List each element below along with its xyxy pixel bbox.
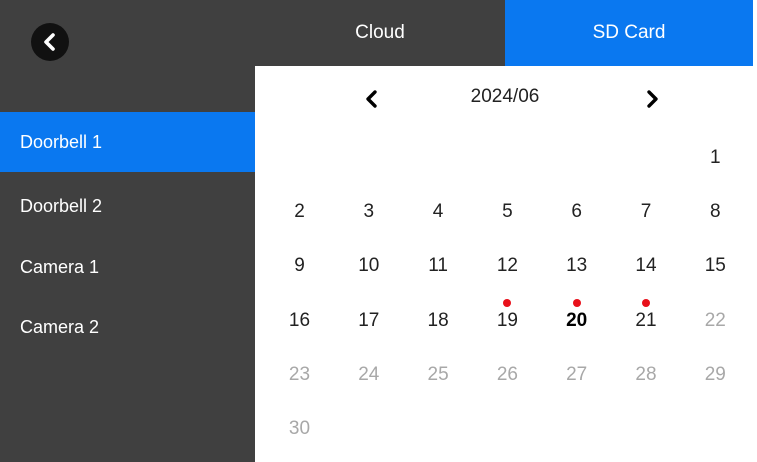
back-button[interactable] xyxy=(31,23,69,61)
calendar-day-10[interactable]: 10 xyxy=(334,239,403,293)
tab-sd-card[interactable]: SD Card xyxy=(505,0,753,66)
app-window: Cloud SD Card Doorbell 1 Doorbell 2 Came… xyxy=(0,0,757,462)
calendar-day-7[interactable]: 7 xyxy=(612,185,681,239)
calendar-day-label: 20 xyxy=(566,309,588,331)
sidebar-item-doorbell-1[interactable]: Doorbell 1 xyxy=(0,112,255,172)
calendar-day-13[interactable]: 13 xyxy=(542,239,611,293)
chevron-left-icon xyxy=(44,33,55,51)
calendar-day-18[interactable]: 18 xyxy=(404,294,473,348)
calendar-day-11[interactable]: 11 xyxy=(404,239,473,293)
prev-month-button[interactable] xyxy=(357,84,387,114)
calendar-day-label: 13 xyxy=(566,255,588,277)
calendar-day-label: 3 xyxy=(363,201,375,223)
calendar-day-label: 4 xyxy=(432,201,444,223)
calendar-day-label: 5 xyxy=(502,201,513,223)
calendar-day-30: 30 xyxy=(265,402,334,456)
window-edge xyxy=(753,0,757,462)
calendar-day-2[interactable]: 2 xyxy=(265,185,334,239)
calendar-day-19[interactable]: 19 xyxy=(473,294,542,348)
calendar-day-16[interactable]: 16 xyxy=(265,294,334,348)
calendar-day-label: 18 xyxy=(427,309,449,331)
calendar-day-label: 25 xyxy=(427,363,449,385)
calendar-day-label: 12 xyxy=(496,255,518,277)
calendar-panel: 2024/06 1 2 3 4 5 6 7 8 9 10 11 12 13 14 15 16 17 18 19 20 2… xyxy=(255,66,753,462)
calendar-day-12[interactable]: 12 xyxy=(473,239,542,293)
calendar-day-15[interactable]: 15 xyxy=(681,239,750,293)
calendar-day-label: 29 xyxy=(704,363,726,385)
calendar-day-label: 2 xyxy=(294,201,305,223)
calendar-day-label: 7 xyxy=(640,201,652,223)
calendar-day-label: 16 xyxy=(288,309,311,331)
month-label: 2024/06 xyxy=(470,86,540,107)
recording-dot xyxy=(642,298,650,307)
calendar-day-17[interactable]: 17 xyxy=(334,294,403,348)
calendar-day-5[interactable]: 5 xyxy=(473,185,542,239)
calendar-day-label: 24 xyxy=(358,363,380,385)
calendar-day-label: 10 xyxy=(358,255,380,277)
sidebar-item-camera-1[interactable]: Camera 1 xyxy=(0,237,255,297)
calendar-day-label: 8 xyxy=(710,201,721,223)
calendar-day-label: 6 xyxy=(571,201,582,223)
tab-cloud[interactable]: Cloud xyxy=(255,0,505,66)
calendar-day-label: 14 xyxy=(635,255,657,277)
calendar-day-8[interactable]: 8 xyxy=(681,185,750,239)
calendar-day-22: 22 xyxy=(681,294,750,348)
calendar-day-label: 22 xyxy=(704,309,726,331)
calendar-day-label: 21 xyxy=(635,309,657,331)
month-navigation: 2024/06 xyxy=(255,66,753,130)
calendar-day-label: 26 xyxy=(496,363,518,385)
calendar-day-1[interactable]: 1 xyxy=(681,131,750,185)
calendar-day-27: 27 xyxy=(542,348,611,402)
calendar-day-label: 1 xyxy=(710,147,721,168)
top-bar: Cloud SD Card xyxy=(0,0,757,66)
calendar-day-label: 27 xyxy=(566,363,588,385)
chevron-right-icon xyxy=(647,90,658,108)
sidebar-item-doorbell-2[interactable]: Doorbell 2 xyxy=(0,176,255,236)
calendar-day-25: 25 xyxy=(404,348,473,402)
calendar-day-6[interactable]: 6 xyxy=(542,185,611,239)
calendar-day-21[interactable]: 21 xyxy=(612,294,681,348)
calendar-day-28: 28 xyxy=(612,348,681,402)
calendar-day-label: 23 xyxy=(288,363,311,385)
calendar-day-label: 11 xyxy=(428,255,448,277)
recording-dot xyxy=(572,298,581,307)
calendar-day-20[interactable]: 20 xyxy=(542,294,611,348)
calendar-day-23: 23 xyxy=(265,348,334,402)
device-sidebar: Doorbell 1 Doorbell 2 Camera 1 Camera 2 xyxy=(0,66,255,462)
calendar-day-3[interactable]: 3 xyxy=(334,185,403,239)
recording-dot xyxy=(503,298,512,307)
calendar-day-29: 29 xyxy=(681,348,750,402)
calendar-day-14[interactable]: 14 xyxy=(612,239,681,293)
calendar-day-24: 24 xyxy=(334,348,403,402)
calendar-day-label: 30 xyxy=(288,418,311,439)
calendar-day-9[interactable]: 9 xyxy=(265,239,334,293)
calendar-day-label: 9 xyxy=(294,255,305,277)
next-month-button[interactable] xyxy=(637,84,667,114)
calendar-day-label: 28 xyxy=(635,363,657,385)
calendar-day-label: 19 xyxy=(496,309,518,331)
calendar-day-label: 15 xyxy=(704,255,726,277)
sidebar-item-camera-2[interactable]: Camera 2 xyxy=(0,297,255,357)
calendar-day-26: 26 xyxy=(473,348,542,402)
calendar-day-label: 17 xyxy=(358,309,380,331)
calendar-day-4[interactable]: 4 xyxy=(404,185,473,239)
chevron-left-icon xyxy=(366,90,377,108)
